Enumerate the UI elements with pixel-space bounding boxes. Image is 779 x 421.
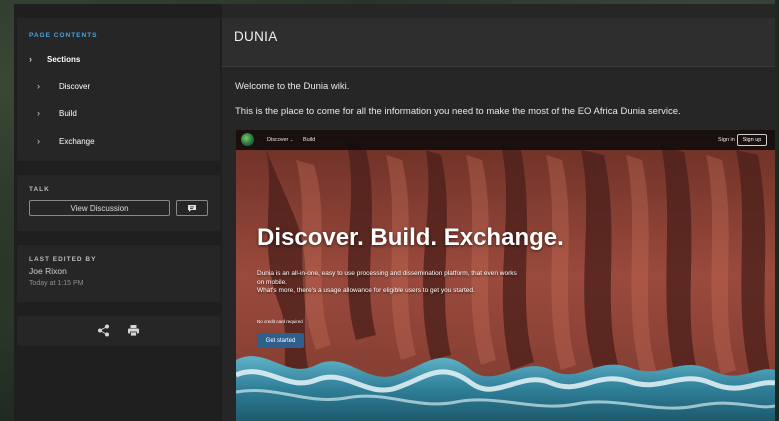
add-comment-button[interactable]: [176, 200, 208, 216]
no-credit-card-note: No credit card required: [257, 319, 303, 324]
dunia-homepage-screenshot: Discover ⌄ Build Sign in Sign up Discove…: [236, 130, 775, 421]
toc-item-label: Sections: [47, 54, 81, 64]
hero-desc-line-2: What's more, there's a usage allowance f…: [257, 287, 475, 294]
edit-time: Today at 1:15 PM: [29, 280, 84, 287]
editor-name: Joe Rixon: [29, 266, 67, 276]
nav-discover[interactable]: Discover ⌄: [267, 137, 293, 143]
talk-label: TALK: [29, 186, 50, 193]
page-tools-card: [17, 316, 220, 346]
hero-heading: Discover. Build. Exchange.: [257, 224, 564, 251]
get-started-button[interactable]: Get started: [257, 333, 304, 348]
page-contents-label: PAGE CONTENTS: [29, 32, 98, 39]
chevron-right-icon: ›: [29, 54, 32, 64]
view-discussion-button[interactable]: View Discussion: [29, 200, 170, 216]
intro-text: Welcome to the Dunia wiki.: [235, 81, 350, 92]
hero-desc-line-1: Dunia is an all-in-one, easy to use proc…: [257, 270, 517, 286]
chevron-down-icon: ⌄: [289, 137, 294, 142]
talk-card: TALK View Discussion: [17, 175, 220, 231]
nav-build[interactable]: Build: [303, 137, 315, 143]
homepage-navbar: Discover ⌄ Build Sign in Sign up: [236, 130, 775, 150]
toc-item-exchange[interactable]: › Exchange: [37, 136, 95, 146]
chevron-right-icon: ›: [37, 81, 40, 91]
toc-item-sections[interactable]: › Sections: [29, 54, 80, 64]
toc-item-build[interactable]: › Build: [37, 108, 77, 118]
last-edited-card: LAST EDITED BY Joe Rixon Today at 1:15 P…: [17, 245, 220, 302]
toc-item-discover[interactable]: › Discover: [37, 81, 90, 91]
share-icon[interactable]: [97, 324, 110, 337]
right-edge: [775, 0, 779, 421]
body-text: This is the place to come for all the in…: [235, 106, 681, 117]
toc-item-label: Build: [59, 108, 77, 118]
chevron-right-icon: ›: [37, 136, 40, 146]
hero-description: Dunia is an all-in-one, easy to use proc…: [257, 270, 517, 296]
comment-icon: [188, 204, 196, 212]
sign-up-button[interactable]: Sign up: [737, 134, 767, 146]
dunia-logo: [241, 133, 254, 146]
page-header: DUNIA: [222, 18, 779, 67]
page-contents-card: PAGE CONTENTS › Sections › Discover › Bu…: [17, 18, 220, 161]
print-icon[interactable]: [127, 324, 140, 337]
chevron-right-icon: ›: [37, 108, 40, 118]
page-title: DUNIA: [234, 29, 278, 44]
sign-in-link[interactable]: Sign in: [718, 137, 735, 143]
last-edited-label: LAST EDITED BY: [29, 256, 97, 263]
toc-item-label: Exchange: [59, 136, 95, 146]
toc-item-label: Discover: [59, 81, 91, 91]
